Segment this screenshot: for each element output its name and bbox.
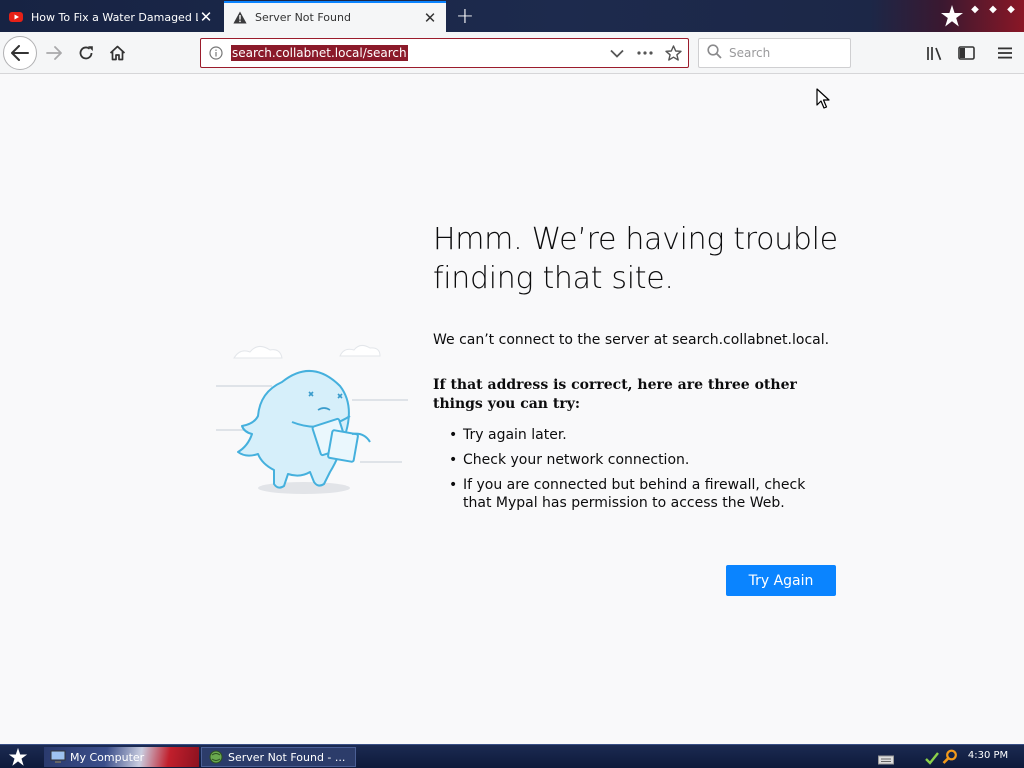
tab-title: How To Fix a Water Damaged Laptop bbox=[31, 10, 198, 24]
reload-button[interactable] bbox=[70, 37, 102, 69]
suggestions-heading: If that address is correct, here are thr… bbox=[433, 377, 797, 412]
taskbar-item-label: Server Not Found - ... bbox=[228, 750, 346, 764]
search-tray-icon[interactable] bbox=[942, 749, 958, 765]
forward-button[interactable] bbox=[38, 37, 70, 69]
home-button[interactable] bbox=[101, 37, 133, 69]
keyboard-icon[interactable] bbox=[878, 751, 894, 765]
search-icon bbox=[707, 43, 722, 63]
library-button[interactable] bbox=[918, 37, 950, 69]
new-tab-button[interactable]: + bbox=[452, 4, 478, 29]
taskbar-clock[interactable]: 4:30 PM bbox=[958, 750, 1018, 761]
browser-icon bbox=[208, 750, 224, 764]
search-input[interactable] bbox=[729, 46, 839, 60]
info-icon[interactable] bbox=[201, 39, 231, 67]
tab-strip: How To Fix a Water Damaged Laptop ✕ Serv… bbox=[0, 0, 1024, 32]
tab-youtube[interactable]: How To Fix a Water Damaged Laptop ✕ bbox=[0, 2, 222, 32]
hamburger-menu-icon bbox=[998, 47, 1012, 59]
error-description: We can’t connect to the server at search… bbox=[433, 332, 830, 348]
close-tab-icon[interactable]: ✕ bbox=[198, 8, 214, 26]
youtube-icon bbox=[8, 9, 24, 25]
warning-icon bbox=[232, 10, 248, 26]
window-controls: ◆ ◆ ◆ bbox=[968, 2, 1018, 16]
tab-title: Server Not Found bbox=[255, 11, 351, 24]
back-arrow-icon bbox=[11, 45, 29, 61]
taskbar-item-label: My Computer bbox=[70, 750, 145, 764]
sidebar-icon bbox=[957, 46, 975, 60]
url-bar[interactable]: search.collabnet.local/search bbox=[200, 38, 689, 68]
suggestion-item: Try again later. bbox=[433, 426, 838, 444]
taskbar-item-browser[interactable]: Server Not Found - ... bbox=[201, 747, 356, 767]
taskbar-item-my-computer[interactable]: My Computer bbox=[44, 747, 199, 767]
suggestion-item: If you are connected but behind a firewa… bbox=[433, 476, 838, 512]
mouse-cursor-icon bbox=[816, 88, 830, 110]
back-button[interactable] bbox=[3, 36, 37, 70]
error-content: Hmm. We’re having trouble finding that s… bbox=[433, 220, 838, 519]
suggestions-list: Try again later. Check your network conn… bbox=[433, 426, 838, 512]
try-again-button[interactable]: Try Again bbox=[726, 565, 836, 596]
start-button[interactable] bbox=[4, 747, 32, 767]
menu-button[interactable] bbox=[989, 37, 1021, 69]
reload-icon bbox=[79, 46, 93, 60]
star-start-icon bbox=[8, 747, 28, 766]
error-illustration bbox=[212, 330, 412, 500]
star-logo-icon bbox=[940, 4, 964, 28]
bookmark-star-icon[interactable] bbox=[664, 44, 682, 62]
maximize-icon[interactable]: ◆ bbox=[986, 2, 1000, 16]
network-icon[interactable] bbox=[924, 749, 940, 765]
forward-arrow-icon bbox=[46, 46, 62, 60]
home-icon bbox=[109, 45, 125, 61]
sidebar-button[interactable] bbox=[950, 37, 982, 69]
close-tab-icon[interactable]: ✕ bbox=[422, 9, 438, 27]
computer-icon bbox=[50, 750, 66, 764]
search-bar[interactable] bbox=[698, 38, 851, 68]
close-window-icon[interactable]: ◆ bbox=[1004, 2, 1018, 16]
url-text[interactable]: search.collabnet.local/search bbox=[231, 45, 408, 61]
suggestion-item: Check your network connection. bbox=[433, 451, 838, 469]
navigation-toolbar: search.collabnet.local/search bbox=[0, 32, 1024, 74]
minimize-icon[interactable]: ◆ bbox=[968, 2, 982, 16]
taskbar: My Computer Server Not Found - ... 4:30 … bbox=[0, 744, 1024, 768]
library-icon bbox=[926, 46, 941, 60]
chevron-down-icon[interactable] bbox=[608, 44, 626, 62]
page-actions-icon[interactable] bbox=[636, 44, 654, 62]
error-title: Hmm. We’re having trouble finding that s… bbox=[433, 222, 838, 296]
tab-server-not-found[interactable]: Server Not Found ✕ bbox=[224, 1, 446, 32]
